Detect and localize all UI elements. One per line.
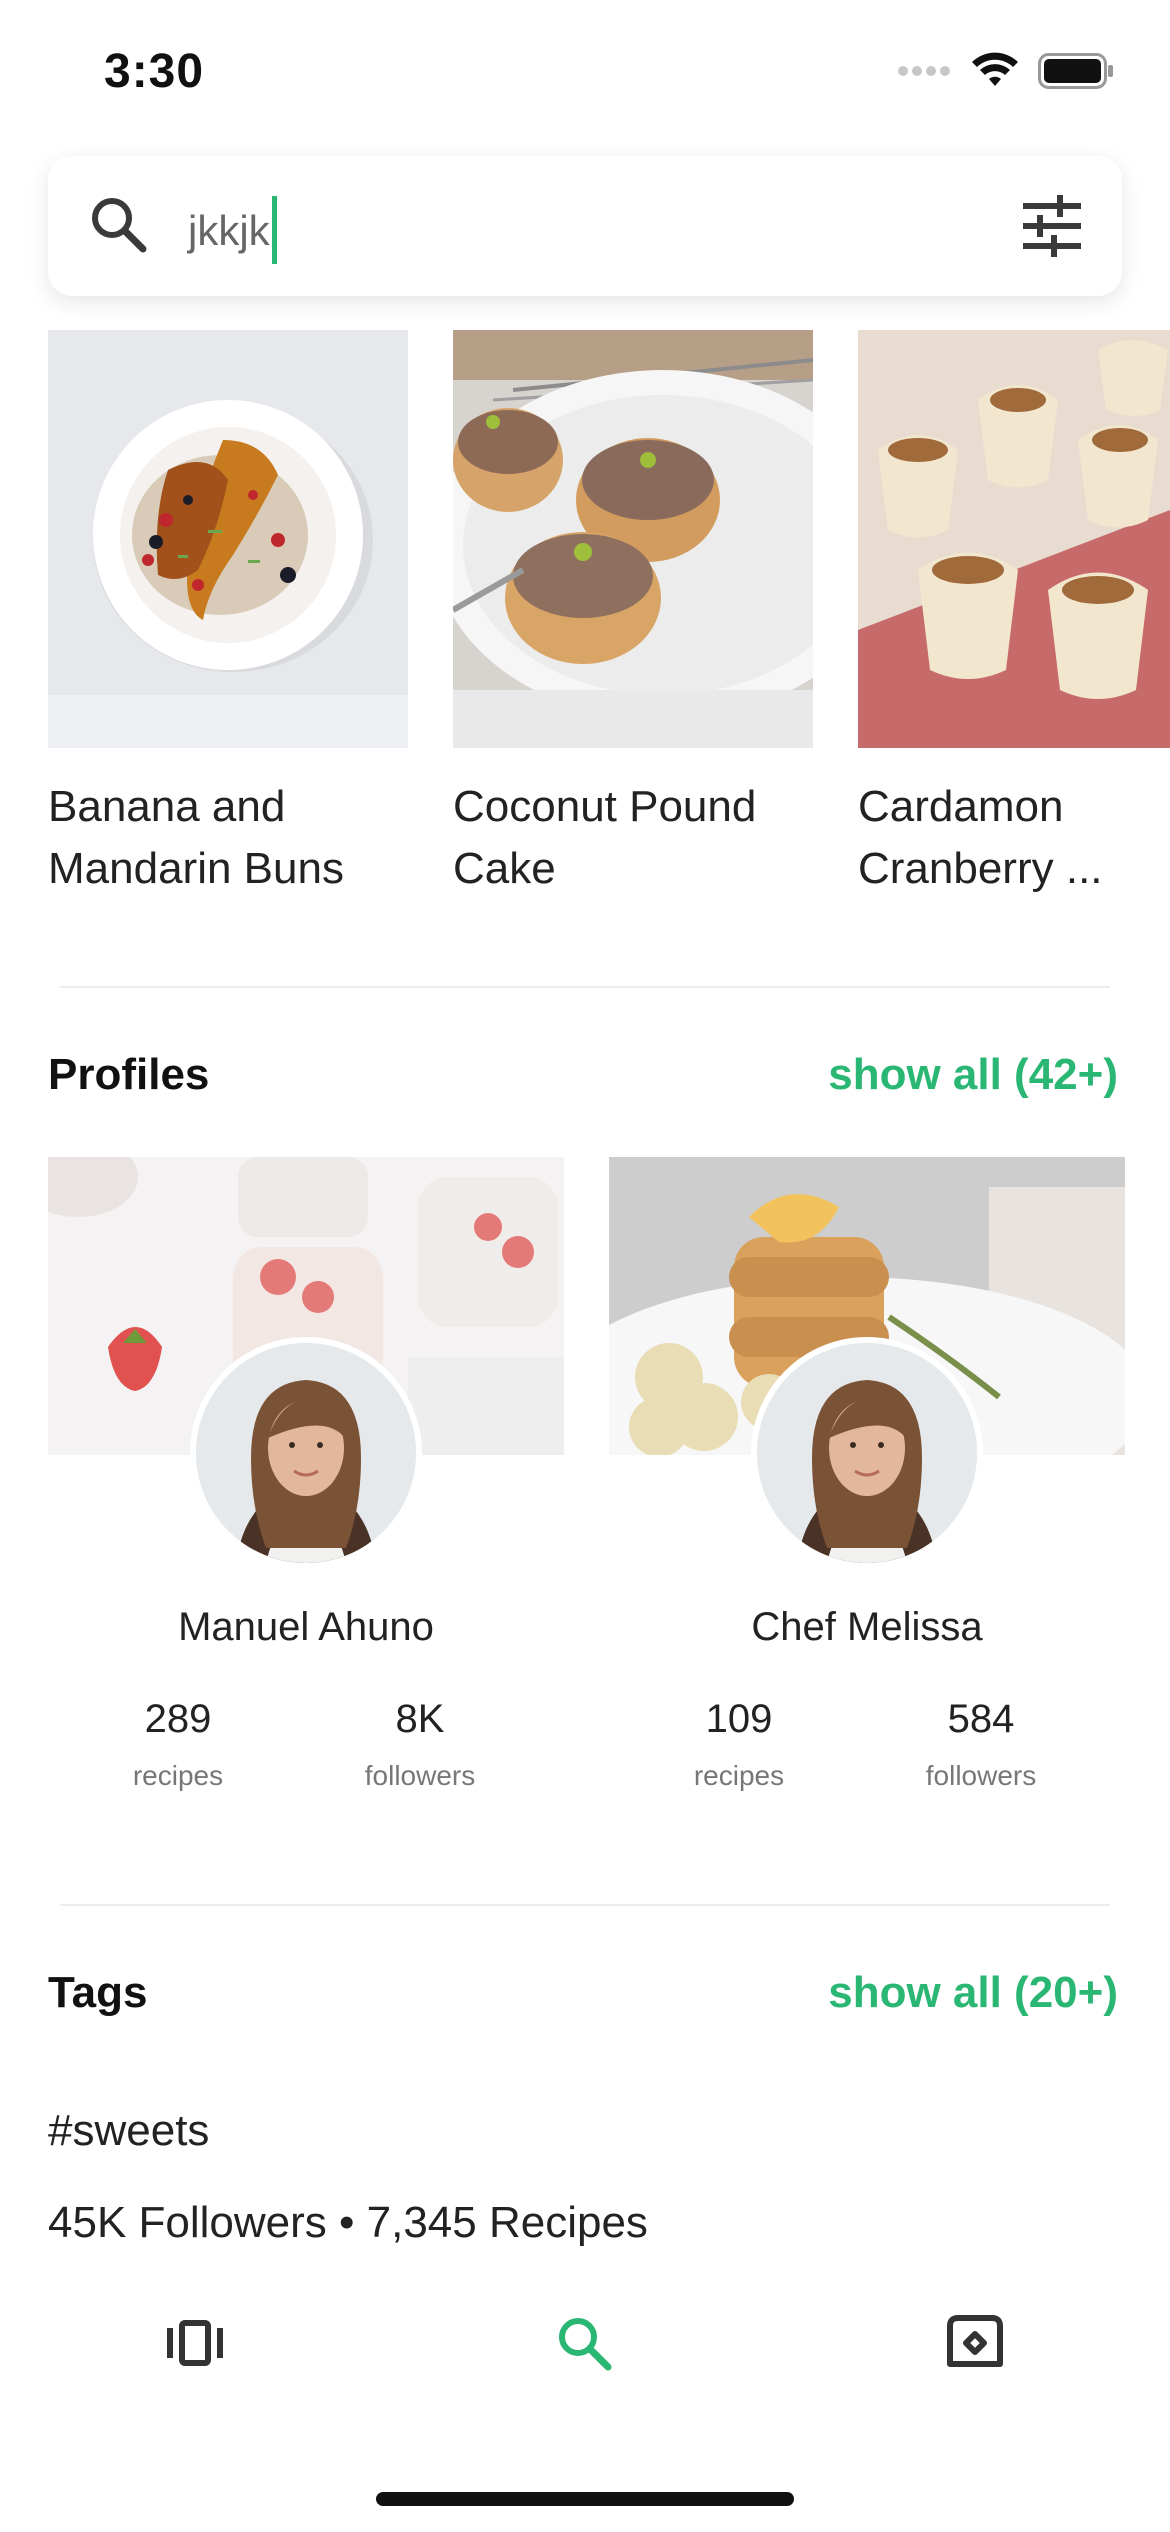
profile-card[interactable]: Manuel Ahuno 289 recipes 8K followers [48,1157,564,1817]
recipes-label: recipes [693,1760,785,1791]
tab-saved[interactable] [930,2300,1020,2390]
tab-search[interactable] [539,2300,629,2390]
profile-name[interactable]: Chef Melissa [609,1605,1125,1650]
avatar[interactable] [190,1337,422,1569]
wifi-icon [970,52,1020,95]
followers-label: followers [364,1760,476,1791]
recipe-image[interactable] [48,330,408,748]
recipes-count: 289 [144,1697,212,1741]
recipes-count: 109 [705,1697,773,1741]
recipes-stat: 289 recipes [78,1697,278,1792]
recipe-box-icon [944,2314,1006,2377]
recipes-stat: 109 recipes [639,1697,839,1792]
recipe-image[interactable] [858,330,1170,748]
battery-icon [1038,53,1114,94]
home-indicator [376,2492,794,2506]
search-input[interactable]: jkkjk [188,196,277,268]
text-cursor [271,196,277,264]
tag-meta: 45K Followers • 7,345 Recipes [48,2198,648,2247]
recipes-label: recipes [132,1760,224,1791]
search-bar[interactable]: jkkjk [48,156,1122,296]
divider [60,986,1110,988]
followers-stat: 584 followers [881,1697,1081,1792]
tags-section-title: Tags [48,1968,148,2017]
tag-name[interactable]: #sweets [48,2106,209,2156]
search-icon [88,194,150,261]
search-query: jkkjk [188,207,270,255]
followers-label: followers [925,1760,1037,1791]
profiles-show-all-link[interactable]: show all (42+) [828,1050,1118,1100]
filter-sliders-icon[interactable] [1020,194,1084,263]
divider [60,1904,1110,1906]
status-time: 3:30 [104,45,205,98]
status-icons [898,52,1114,95]
followers-stat: 8K followers [320,1697,520,1792]
search-icon [554,2313,614,2378]
profile-card[interactable]: Chef Melissa 109 recipes 584 followers [609,1157,1125,1817]
tab-feed[interactable] [150,2300,240,2390]
recipe-title[interactable]: Banana and Mandarin Buns [48,776,408,900]
carousel-icon [165,2318,225,2373]
recipe-card[interactable]: Banana and Mandarin Buns [48,330,408,900]
tags-show-all-link[interactable]: show all (20+) [828,1968,1118,2018]
recipe-title[interactable]: Coconut Pound Cake [453,776,813,900]
recipe-card[interactable]: Coconut Pound Cake [453,330,813,900]
recipe-card[interactable]: Cardamon Cranberry ... [858,330,1170,900]
profiles-section-title: Profiles [48,1050,210,1099]
followers-count: 8K [395,1697,445,1741]
recipe-image[interactable] [453,330,813,748]
followers-count: 584 [947,1697,1015,1741]
cellular-signal-icon [898,64,952,83]
avatar[interactable] [751,1337,983,1569]
profile-name[interactable]: Manuel Ahuno [48,1605,564,1650]
recipe-title[interactable]: Cardamon Cranberry ... [858,776,1170,900]
